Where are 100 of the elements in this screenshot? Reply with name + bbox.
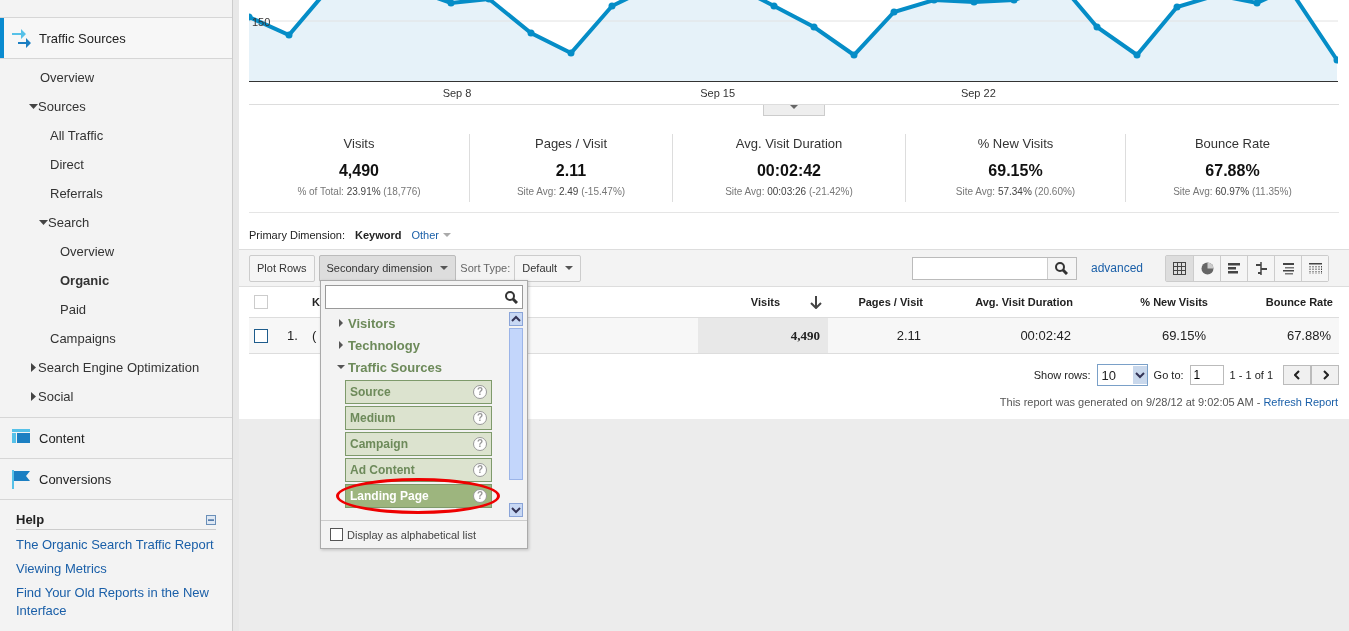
view-toggle[interactable] [1301, 255, 1328, 281]
pivot-icon [1281, 261, 1295, 275]
table-cell: 67.88% [1214, 318, 1339, 354]
table-view-icon [1173, 261, 1186, 275]
dimension-search-field[interactable] [325, 285, 523, 309]
data-point [485, 0, 493, 3]
data-point [850, 51, 858, 59]
table-cell: 4,490 [698, 318, 828, 354]
nav-item[interactable]: Campaigns [0, 324, 232, 353]
data-point [1133, 51, 1141, 59]
data-point [890, 8, 898, 16]
chevron-right-icon [1321, 370, 1329, 380]
go-to-label: Go to: [1153, 369, 1184, 381]
refresh-report-link[interactable]: Refresh Report [1263, 396, 1338, 408]
metric-value: 00:02:42 [756, 162, 821, 180]
advanced-link[interactable]: advanced [1090, 261, 1143, 275]
help-title: Help [16, 512, 45, 527]
data-point [930, 0, 938, 4]
data-point [608, 2, 616, 10]
axis-label: Sep 8 [441, 87, 473, 99]
metric-value: 2.11 [555, 162, 587, 180]
next-page-button[interactable] [1311, 365, 1339, 385]
dimension-category[interactable]: Traffic Sources [337, 356, 508, 378]
sort-arrow-icon [810, 295, 822, 309]
nav-group[interactable]: Search Engine Optimization [0, 353, 232, 382]
chart-toggle[interactable] [763, 105, 825, 116]
metric-label: Bounce Rate [1194, 136, 1271, 151]
table-cell: 00:02:42 [929, 318, 1079, 354]
help-link[interactable]: Viewing Metrics [16, 560, 216, 578]
scrollbar[interactable] [508, 312, 523, 517]
show-rows-label: Show rows: [1033, 369, 1091, 381]
table-cell: 2.11 [828, 318, 929, 354]
nav-item[interactable]: All Traffic [0, 121, 232, 150]
report-generated-note: This report was generated on 9/28/12 at 9:02:05 AM - [999, 396, 1262, 408]
sort-type-dropdown[interactable]: Default [514, 254, 582, 282]
data-point [249, 13, 253, 21]
section-label: Content [39, 430, 85, 446]
metric-value: 4,490 [338, 162, 379, 180]
bar-chart-icon [1227, 261, 1241, 275]
nav-group[interactable]: Social [0, 382, 232, 411]
row-number: 1. [287, 318, 312, 354]
metric-label: % New Visits [977, 136, 1054, 151]
nav-item[interactable]: Organic [0, 266, 232, 295]
metric-value: 69.15% [988, 162, 1043, 180]
nav-item[interactable]: Overview [0, 63, 232, 92]
caret-icon [565, 266, 574, 270]
search-button[interactable] [1046, 257, 1076, 279]
nav-item[interactable]: Referrals [0, 179, 232, 208]
plot-rows-button[interactable]: Plot Rows [249, 254, 315, 282]
metric-label: Visits [343, 136, 375, 151]
collapse-icon[interactable] [206, 514, 216, 525]
previous-page-button[interactable] [1283, 365, 1311, 385]
alphabetical-checkbox[interactable] [330, 528, 343, 541]
nav-group[interactable]: Search [0, 208, 232, 237]
dimension-value[interactable]: Keyword [354, 229, 402, 241]
metric-note: Site Avg: 00:03:26 (-21.42%) [725, 186, 853, 197]
row-checkbox[interactable] [254, 328, 268, 343]
columns-icon [1308, 261, 1322, 275]
axis-label: Sep 22 [959, 87, 997, 99]
rows-per-page-select[interactable]: 10 [1096, 364, 1148, 386]
nav-group[interactable]: Sources [0, 92, 232, 121]
metric-label: Pages / Visit [535, 136, 607, 151]
go-to-field[interactable]: 1 [1189, 365, 1224, 385]
data-point [1333, 56, 1338, 64]
nav-section[interactable]: Content [0, 417, 232, 459]
data-point [527, 29, 535, 37]
view-toggle[interactable] [1166, 255, 1193, 281]
metric-note: Site Avg: 57.34% (20.60%) [955, 186, 1076, 197]
other-dropdown[interactable]: Other [411, 229, 451, 241]
axis-label: Sep 15 [699, 87, 737, 99]
select-all-checkbox[interactable] [254, 295, 268, 309]
secondary-dimension-button[interactable]: Secondary dimension [318, 254, 457, 282]
metric-note: % of Total: 23.91% (18,776) [297, 186, 421, 197]
help-link[interactable]: The Organic Search Traffic Report [16, 536, 216, 554]
section-label: Conversions [39, 471, 112, 487]
dimension-category[interactable]: Technology [337, 334, 508, 356]
dimension-label: Primary Dimension: [249, 229, 345, 241]
section-label: Traffic Sources [39, 30, 126, 46]
data-point [1253, 0, 1261, 7]
nav-item[interactable]: Paid [0, 295, 232, 324]
data-point [1010, 0, 1018, 4]
nav-section[interactable]: Traffic Sources [0, 17, 232, 59]
arrows-icon [12, 28, 31, 48]
pie-chart-icon [1200, 261, 1214, 275]
table-search-field[interactable] [911, 256, 1077, 280]
chevron-down-icon [510, 506, 521, 514]
chevron-up-icon [510, 315, 521, 323]
metric-value: 67.88% [1205, 162, 1260, 180]
caret-icon [442, 233, 451, 237]
chevron-left-icon [1293, 370, 1301, 380]
data-point [567, 49, 575, 57]
search-icon [1055, 261, 1069, 275]
help-link[interactable]: Find Your Old Reports in the New Interface [16, 584, 216, 620]
data-point [285, 31, 293, 39]
data-point [447, 0, 455, 7]
nav-item[interactable]: Direct [0, 150, 232, 179]
nav-item[interactable]: Overview [0, 237, 232, 266]
caret-icon [440, 266, 449, 270]
checkbox-label: Display as alphabetical list [347, 528, 476, 541]
metric-label: Avg. Visit Duration [735, 136, 843, 151]
